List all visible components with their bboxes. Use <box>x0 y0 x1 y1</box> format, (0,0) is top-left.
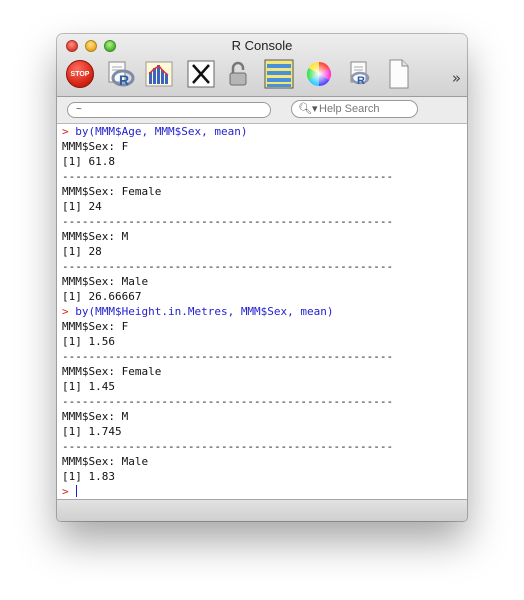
console-output-line: ----------------------------------------… <box>62 215 394 228</box>
console-input-line: > <box>62 484 393 499</box>
source-script-button[interactable]: R <box>104 59 136 89</box>
authorize-button[interactable] <box>224 59 252 89</box>
help-search-placeholder: Help Search <box>319 103 380 115</box>
console-output-line: ----------------------------------------… <box>62 440 394 453</box>
svg-text:R: R <box>357 75 365 87</box>
title-bar[interactable]: R Console STOP R R » <box>57 34 467 97</box>
r-script-icon: R <box>108 61 135 88</box>
x11-icon <box>187 60 215 88</box>
console-command-line: > by(MMM$Age, MMM$Sex, mean) <box>62 124 393 139</box>
console-output-line: MMM$Sex: F <box>62 140 129 153</box>
color-wheel-icon <box>306 61 332 86</box>
bar-chart-icon <box>145 61 173 87</box>
console-output-line: [1] 61.8 <box>62 155 115 168</box>
help-search-field[interactable]: 🔍︎▾ Help Search <box>291 100 418 118</box>
history-list-icon <box>264 59 294 89</box>
console-prompt: > <box>62 305 76 318</box>
colors-button[interactable] <box>305 59 333 89</box>
path-search-bar: ~ 🔍︎▾ Help Search <box>57 97 467 124</box>
console-output[interactable]: - > by(MMM$Age, MMM$Sex, mean)MMM$Sex: F… <box>57 124 467 499</box>
stop-icon: STOP <box>70 70 90 78</box>
document-icon <box>389 59 409 89</box>
print-icon: R <box>350 61 370 87</box>
quartz-plot-button[interactable] <box>143 59 175 89</box>
console-output-line: MMM$Sex: Female <box>62 365 162 378</box>
console-output-line: [1] 1.745 <box>62 425 122 438</box>
toolbar-overflow-button[interactable]: » <box>452 69 461 87</box>
window-title: R Console <box>231 38 293 53</box>
console-output-line: [1] 1.56 <box>62 335 115 348</box>
lock-icon <box>229 61 247 86</box>
text-cursor <box>76 485 78 497</box>
console-output-line: ----------------------------------------… <box>62 170 394 183</box>
print-button[interactable]: R <box>345 59 373 89</box>
console-output-line: MMM$Sex: Female <box>62 185 162 198</box>
console-output-line: ----------------------------------------… <box>62 395 394 408</box>
console-lines: > by(MMM$Age, MMM$Sex, mean) MMM$Sex: F [1… <box>62 124 393 499</box>
console-command-line: > by(MMM$Height.in.Metres, MMM$Sex, mean… <box>62 304 393 319</box>
console-output-line: ----------------------------------------… <box>62 350 394 363</box>
console-command-text: by(MMM$Age, MMM$Sex, mean) <box>75 125 248 138</box>
working-directory-field[interactable]: ~ <box>67 102 271 118</box>
new-document-button[interactable] <box>385 59 413 89</box>
console-output-line: [1] 1.83 <box>62 470 115 483</box>
console-output-line: [1] 26.66667 <box>62 290 142 303</box>
show-history-button[interactable] <box>263 59 295 89</box>
console-output-line: [1] 28 <box>62 245 102 258</box>
search-icon[interactable]: 🔍︎▾ <box>298 101 318 117</box>
console-output-line: MMM$Sex: Male <box>62 275 149 288</box>
console-output-line: MMM$Sex: F <box>62 320 129 333</box>
console-output-line: [1] 24 <box>62 200 102 213</box>
console-command-text: by(MMM$Height.in.Metres, MMM$Sex, mean) <box>75 305 334 318</box>
svg-text:R: R <box>119 72 129 88</box>
console-output-line: MMM$Sex: M <box>62 230 129 243</box>
console-prompt: > <box>62 125 76 138</box>
x11-button[interactable] <box>185 59 217 89</box>
console-output-line: MMM$Sex: M <box>62 410 129 423</box>
status-bar <box>57 499 467 521</box>
stop-button[interactable]: STOP <box>66 60 94 88</box>
console-output-line: MMM$Sex: Male <box>62 455 149 468</box>
console-output-line: [1] 1.45 <box>62 380 115 393</box>
console-output-line: ----------------------------------------… <box>62 260 394 273</box>
r-console-window: R Console STOP R R » ~ 🔍︎▾ Help Search >… <box>57 34 467 521</box>
console-prompt: > <box>62 485 76 498</box>
